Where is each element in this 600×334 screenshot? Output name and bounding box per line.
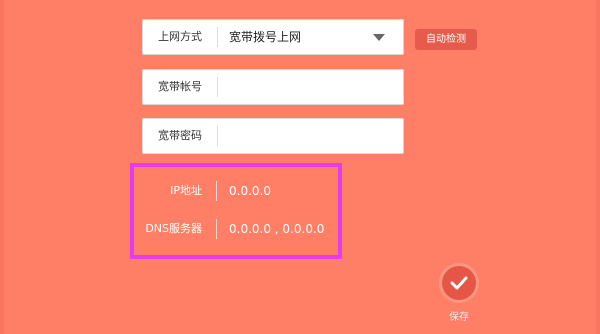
save-circle[interactable] bbox=[442, 266, 476, 300]
ip-row: IP地址 0.0.0.0 bbox=[142, 181, 342, 201]
background-edge-right bbox=[596, 0, 600, 334]
dns-row: DNS服务器 0.0.0.0 , 0.0.0.0 bbox=[142, 219, 342, 239]
password-label: 宽带密码 bbox=[158, 129, 202, 142]
field-divider bbox=[217, 77, 218, 97]
account-field[interactable]: 宽带帐号 bbox=[142, 69, 404, 105]
auto-detect-button[interactable]: 自动检测 bbox=[415, 29, 477, 50]
check-icon bbox=[450, 276, 468, 290]
background-edge-left bbox=[0, 0, 4, 334]
field-divider bbox=[217, 27, 218, 47]
info-divider bbox=[216, 181, 217, 201]
ip-label: IP地址 bbox=[170, 184, 202, 197]
password-input[interactable] bbox=[219, 121, 403, 153]
highlight-box bbox=[130, 163, 342, 259]
connection-type-select[interactable]: 上网方式 宽带拨号上网 bbox=[142, 19, 404, 55]
info-divider bbox=[216, 219, 217, 239]
chevron-down-icon[interactable] bbox=[373, 34, 385, 41]
dns-value: 0.0.0.0 , 0.0.0.0 bbox=[229, 222, 325, 236]
connection-type-label: 上网方式 bbox=[158, 30, 202, 43]
account-label: 宽带帐号 bbox=[158, 80, 202, 93]
ip-value: 0.0.0.0 bbox=[229, 184, 271, 198]
field-divider bbox=[217, 126, 218, 146]
save-label: 保存 bbox=[449, 312, 469, 323]
save-button[interactable]: 保存 bbox=[440, 266, 478, 328]
dns-label: DNS服务器 bbox=[145, 222, 202, 235]
connection-type-value: 宽带拨号上网 bbox=[229, 30, 302, 44]
account-input[interactable] bbox=[219, 72, 403, 104]
password-field[interactable]: 宽带密码 bbox=[142, 118, 404, 154]
